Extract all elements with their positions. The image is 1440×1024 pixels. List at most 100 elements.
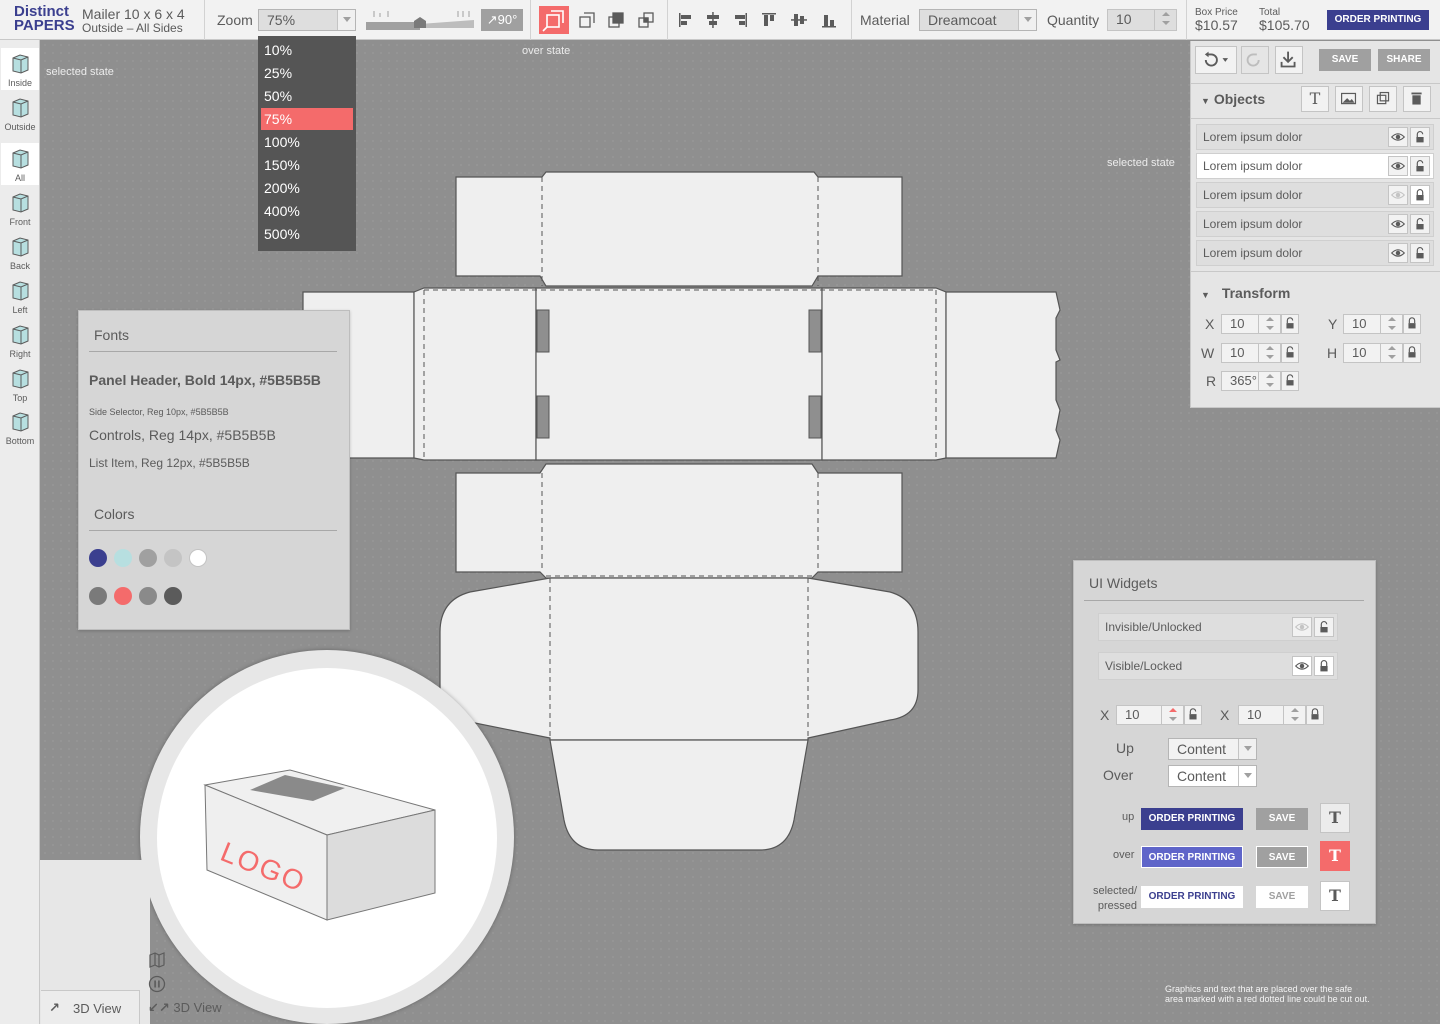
zoom-option[interactable]: 50% — [261, 85, 353, 107]
x-field-over[interactable]: 10 — [1116, 705, 1184, 725]
zoom-option[interactable]: 10% — [261, 39, 353, 61]
lock-x-button[interactable] — [1306, 705, 1324, 725]
lock-x-button[interactable] — [1184, 705, 1202, 725]
3d-view-toggle[interactable]: ↙↗ 3D View — [148, 1000, 238, 1018]
lock-h-button[interactable] — [1403, 343, 1421, 363]
align-left-icon[interactable] — [677, 11, 695, 29]
align-center-icon[interactable] — [704, 11, 722, 29]
order-printing-button-pressed[interactable]: ORDER PRINTING — [1141, 886, 1243, 908]
lock-open-icon[interactable] — [1410, 214, 1430, 234]
lock-w-button[interactable] — [1281, 343, 1299, 363]
w-field[interactable]: 10 — [1221, 343, 1281, 363]
invisible-unlocked-row[interactable]: Invisible/Unlocked — [1098, 613, 1338, 641]
transform-header[interactable]: ▼ Transform — [1201, 285, 1290, 301]
zoom-option[interactable]: 200% — [261, 177, 353, 199]
side-inside[interactable]: Inside — [1, 48, 39, 90]
order-printing-button[interactable]: ORDER PRINTING — [1327, 10, 1429, 30]
side-front[interactable]: Front — [1, 187, 39, 229]
save-button-pressed[interactable]: SAVE — [1256, 886, 1308, 908]
order-printing-button-up[interactable]: ORDER PRINTING — [1141, 808, 1243, 830]
stepper-arrows-icon[interactable] — [1258, 344, 1280, 362]
side-bottom[interactable]: Bottom — [1, 406, 39, 448]
add-text-button[interactable]: T — [1301, 86, 1329, 112]
order-printing-button-over[interactable]: ORDER PRINTING — [1141, 846, 1243, 868]
objects-header[interactable]: ▼ Objects — [1201, 91, 1265, 107]
stepper-arrows-icon[interactable] — [1380, 344, 1402, 362]
lock-icon[interactable] — [1314, 656, 1334, 676]
bring-forward-icon[interactable] — [578, 11, 596, 29]
align-middle-icon[interactable] — [790, 11, 808, 29]
up-select[interactable]: Content — [1168, 738, 1257, 760]
zoom-option[interactable]: 400% — [261, 200, 353, 222]
stepper-arrows-icon[interactable] — [1380, 315, 1402, 333]
r-field[interactable]: 365° — [1221, 371, 1281, 391]
side-left[interactable]: Left — [1, 275, 39, 317]
save-button-over[interactable]: SAVE — [1256, 846, 1308, 868]
eye-icon[interactable] — [1388, 156, 1408, 176]
object-list-item[interactable]: Lorem ipsum dolor — [1196, 240, 1434, 266]
material-select[interactable]: Dreamcoat — [919, 9, 1037, 31]
y-field[interactable]: 10 — [1343, 314, 1403, 334]
zoom-option[interactable]: 25% — [261, 62, 353, 84]
side-right[interactable]: Right — [1, 319, 39, 361]
undo-button[interactable] — [1195, 46, 1237, 74]
align-top-icon[interactable] — [760, 11, 778, 29]
add-image-button[interactable] — [1335, 86, 1363, 112]
save-button-up[interactable]: SAVE — [1256, 808, 1308, 830]
zoom-slider[interactable] — [366, 8, 474, 32]
align-bottom-icon[interactable] — [820, 11, 838, 29]
zoom-option[interactable]: 75% — [261, 108, 353, 130]
lock-y-button[interactable] — [1403, 314, 1421, 334]
delete-button[interactable] — [1403, 86, 1431, 112]
object-list-item[interactable]: Lorem ipsum dolor — [1196, 211, 1434, 237]
resize-tool-icon[interactable] — [539, 6, 569, 34]
rotate-button[interactable]: ↗90° — [481, 9, 523, 31]
duplicate-button[interactable] — [1369, 86, 1397, 112]
side-back[interactable]: Back — [1, 231, 39, 273]
eye-hidden-icon[interactable] — [1292, 617, 1312, 637]
stepper-arrows-icon[interactable] — [1154, 10, 1176, 30]
h-field[interactable]: 10 — [1343, 343, 1403, 363]
map-icon[interactable] — [148, 951, 166, 969]
zoom-option[interactable]: 500% — [261, 223, 353, 245]
stepper-arrows-icon[interactable] — [1258, 315, 1280, 333]
3d-view-tab[interactable]: ↗ 3D View — [41, 990, 140, 1024]
quantity-stepper[interactable]: 10 — [1107, 9, 1177, 31]
x-field[interactable]: 10 — [1221, 314, 1281, 334]
send-backward-icon[interactable] — [607, 11, 625, 29]
eye-icon[interactable] — [1388, 214, 1408, 234]
text-tool-button-over[interactable]: T — [1320, 841, 1350, 871]
lock-open-icon[interactable] — [1410, 127, 1430, 147]
redo-button[interactable] — [1241, 46, 1269, 74]
zoom-select[interactable]: 75% — [258, 9, 356, 31]
text-tool-button-up[interactable]: T — [1320, 803, 1350, 833]
lock-r-button[interactable] — [1281, 371, 1299, 391]
eye-icon[interactable] — [1388, 127, 1408, 147]
visible-locked-row[interactable]: Visible/Locked — [1098, 652, 1338, 680]
object-list-item[interactable]: Lorem ipsum dolor — [1196, 124, 1434, 150]
lock-x-button[interactable] — [1281, 314, 1299, 334]
eye-icon[interactable] — [1292, 656, 1312, 676]
lock-open-icon[interactable] — [1314, 617, 1334, 637]
side-all[interactable]: All — [1, 143, 39, 185]
over-select[interactable]: Content — [1168, 765, 1257, 787]
stepper-arrows-icon[interactable] — [1258, 372, 1280, 390]
stepper-arrows-icon[interactable] — [1283, 706, 1305, 724]
lock-open-icon[interactable] — [1410, 243, 1430, 263]
x-field-up[interactable]: 10 — [1238, 705, 1306, 725]
eye-hidden-icon[interactable] — [1388, 185, 1408, 205]
zoom-option[interactable]: 100% — [261, 131, 353, 153]
download-button[interactable] — [1275, 46, 1303, 74]
lock-open-icon[interactable] — [1410, 156, 1430, 176]
save-button[interactable]: SAVE — [1319, 49, 1371, 71]
align-right-icon[interactable] — [731, 11, 749, 29]
share-button[interactable]: SHARE — [1378, 49, 1430, 71]
text-tool-button-pressed[interactable]: T — [1320, 881, 1350, 911]
side-outside[interactable]: Outside — [1, 92, 39, 134]
pause-icon[interactable] — [148, 975, 166, 993]
stepper-arrows-icon[interactable] — [1161, 706, 1183, 724]
lock-icon[interactable] — [1410, 185, 1430, 205]
object-list-item[interactable]: Lorem ipsum dolor — [1196, 182, 1434, 208]
side-top[interactable]: Top — [1, 363, 39, 405]
zoom-option[interactable]: 150% — [261, 154, 353, 176]
